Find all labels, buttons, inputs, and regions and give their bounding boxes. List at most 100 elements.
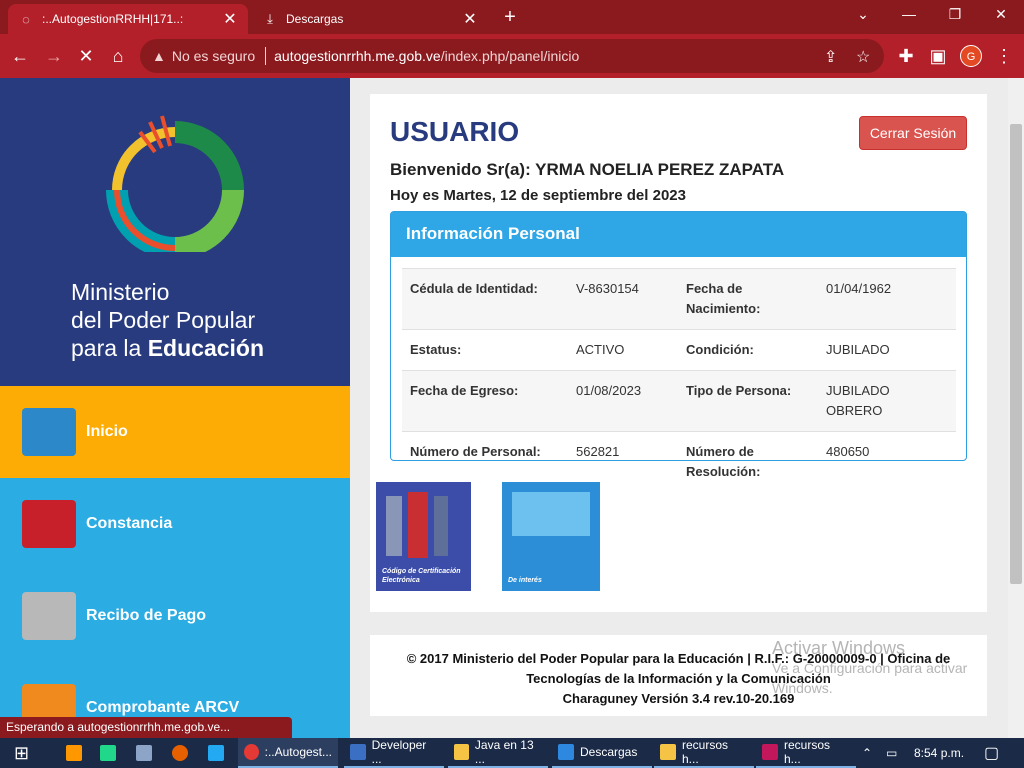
taskbar-chrome[interactable]: :..Autogest...	[238, 738, 338, 768]
notifications-icon[interactable]: ▢	[984, 738, 999, 768]
tablet-shape	[512, 492, 590, 536]
firefox-icon[interactable]	[172, 738, 194, 768]
ministry-line-3: para la	[71, 335, 148, 361]
label-numero-resolucion: Número de Resolución:	[678, 431, 818, 492]
tray-chevron-icon[interactable]: ⌃	[862, 738, 872, 768]
value-tipo-persona: JUBILADO OBRERO	[818, 370, 956, 432]
loading-icon: ◌	[22, 11, 30, 27]
maximize-button[interactable]: ❐	[940, 6, 970, 23]
binder-shape	[408, 492, 428, 558]
home-icon[interactable]: ⌂	[106, 44, 130, 68]
url-path: /index.php/panel/inicio	[440, 48, 580, 64]
ministry-name: Ministerio del Poder Popular para la Edu…	[71, 278, 264, 362]
taskbar: ⊞ :..Autogest... Developer ... Java en 1…	[0, 738, 1024, 768]
sidebar-item-inicio[interactable]: Inicio	[0, 386, 350, 478]
binder-shape	[434, 496, 448, 556]
close-window-button[interactable]: ✕	[986, 6, 1016, 23]
sidebar-item-label: Constancia	[86, 515, 173, 532]
menu-icon[interactable]: ⋮	[992, 44, 1016, 68]
warning-icon: ▲	[152, 48, 166, 64]
forward-icon[interactable]: →	[42, 44, 66, 68]
binder-shape	[386, 496, 402, 556]
minimize-button[interactable]: —	[894, 6, 924, 22]
value-cedula: V-8630154	[568, 268, 678, 330]
profile-avatar[interactable]: G	[960, 45, 982, 67]
table-row: Estatus: ACTIVO Condición: JUBILADO	[402, 329, 956, 371]
label-condicion: Condición:	[678, 329, 818, 371]
value-numero-resolucion: 480650	[818, 431, 956, 492]
certificacion-label: Código de Certificación Electrónica	[382, 568, 461, 584]
user-panel: USUARIO Cerrar Sesión Bienvenido Sr(a): …	[370, 94, 987, 612]
sidebar-item-label: Comprobante ARCV	[86, 699, 240, 716]
bookmark-star-icon[interactable]: ☆	[856, 47, 870, 67]
start-icon[interactable]: ⊞	[14, 738, 29, 768]
personal-info-table: Cédula de Identidad: V-8630154 Fecha de …	[402, 268, 956, 492]
url-host: autogestionrrhh.me.gob.ve	[274, 48, 441, 64]
label-fecha-nacimiento: Fecha de Nacimiento:	[678, 268, 818, 330]
network-icon[interactable]: ▭	[886, 738, 897, 768]
taskbar-descargas[interactable]: Descargas	[552, 738, 652, 768]
label-tipo-persona: Tipo de Persona:	[678, 370, 818, 432]
welcome-text: Bienvenido Sr(a): YRMA NOELIA PEREZ ZAPA…	[390, 160, 785, 179]
value-fecha-egreso: 01/08/2023	[568, 370, 678, 432]
tab-bar: ◌ :..AutogestionRRHH|171..: ✕ ⤓ Descarga…	[0, 0, 1024, 34]
stop-icon[interactable]: ✕	[74, 44, 98, 68]
folder-icon	[660, 744, 676, 760]
certificacion-link[interactable]: Código de Certificación Electrónica	[376, 482, 471, 591]
windows-activation-watermark: Activar Windows Ve a Configuración para …	[772, 638, 967, 698]
logout-button[interactable]: Cerrar Sesión	[859, 116, 967, 150]
tab-title: Descargas	[286, 12, 344, 26]
security-label: No es seguro	[171, 48, 256, 64]
taskbar-recursos-1[interactable]: recursos h...	[654, 738, 754, 768]
side-panel-icon[interactable]: ▣	[926, 44, 950, 68]
new-tab-button[interactable]: +	[498, 6, 522, 29]
page-content: Ministerio del Poder Popular para la Edu…	[0, 78, 1024, 738]
download-icon	[558, 744, 574, 760]
label-fecha-egreso: Fecha de Egreso:	[402, 370, 568, 432]
page-title: USUARIO	[390, 116, 520, 147]
scrollbar-thumb[interactable]	[1010, 124, 1022, 584]
vscode-icon[interactable]	[208, 738, 230, 768]
close-tab-icon[interactable]: ✕	[462, 9, 478, 29]
taskbar-recursos-2[interactable]: recursos h...	[756, 738, 856, 768]
label-cedula: Cédula de Identidad:	[402, 268, 568, 330]
sidebar-item-label: Inicio	[86, 423, 128, 440]
extensions-icon[interactable]: ✚	[894, 44, 918, 68]
value-fecha-nacimiento: 01/04/1962	[818, 268, 956, 330]
taskbar-label: :..Autogest...	[264, 745, 332, 759]
ministry-line-1: Ministerio	[71, 279, 170, 305]
back-icon[interactable]: ←	[8, 44, 32, 68]
pycharm-icon[interactable]	[100, 738, 122, 768]
table-row: Número de Personal: 562821 Número de Res…	[402, 431, 956, 492]
sidebar-item-recibo-de-pago[interactable]: Recibo de Pago	[0, 570, 350, 662]
share-icon[interactable]: ⇪	[824, 47, 837, 67]
taskbar-label: Descargas	[580, 745, 638, 759]
taskbar-developer[interactable]: Developer ...	[344, 738, 444, 768]
sidebar-item-label: Recibo de Pago	[86, 607, 207, 624]
taskbar-label: Developer ...	[371, 738, 427, 766]
value-condicion: JUBILADO	[818, 329, 956, 371]
tab-title: :..AutogestionRRHH|171..:	[42, 12, 184, 26]
sublime-icon[interactable]	[66, 738, 88, 768]
close-tab-icon[interactable]: ✕	[222, 9, 238, 29]
divider	[265, 47, 267, 65]
virtualbox-icon[interactable]	[136, 738, 158, 768]
address-bar[interactable]: ▲ No es seguro autogestionrrhh.me.gob.ve…	[140, 39, 884, 73]
terminal-icon	[350, 744, 366, 760]
download-icon: ⤓	[267, 11, 273, 26]
sidebar-item-constancia[interactable]: Constancia	[0, 478, 350, 570]
taskbar-java[interactable]: Java en 13 ...	[448, 738, 548, 768]
watermark-line-1: Activar Windows	[772, 638, 906, 658]
tab-autogestion[interactable]: ◌ :..AutogestionRRHH|171..: ✕	[8, 4, 248, 34]
date-text: Hoy es Martes, 12 de septiembre del 2023	[390, 187, 686, 204]
red-folder-icon	[22, 500, 76, 548]
clock: 8:54 p.m.	[914, 746, 965, 760]
de-interes-label: De interés	[508, 577, 542, 584]
de-interes-link[interactable]: De interés	[502, 482, 600, 591]
ministry-logo-icon	[106, 115, 244, 252]
tab-descargas[interactable]: ⤓ Descargas ✕	[252, 4, 488, 34]
table-row: Fecha de Egreso: 01/08/2023 Tipo de Pers…	[402, 370, 956, 432]
tab-search-icon[interactable]: ⌄	[848, 6, 878, 23]
browser-toolbar: ← → ✕ ⌂ ▲ No es seguro autogestionrrhh.m…	[0, 34, 1024, 78]
watermark-line-2: Ve a Configuración para activar	[772, 660, 968, 676]
